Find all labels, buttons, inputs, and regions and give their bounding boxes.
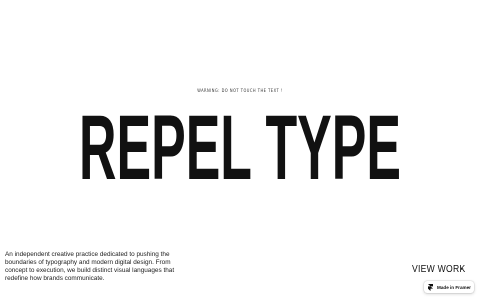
framer-logo-icon [428, 283, 433, 291]
view-work-link[interactable]: VIEW WORK ▸ [412, 264, 474, 275]
arrow-right-icon: ▸ [461, 266, 464, 272]
view-work-label: VIEW WORK [412, 264, 466, 275]
warning-text: WARNING: DO NOT TOUCH THE TEXT ! [197, 88, 283, 93]
made-in-framer-badge[interactable]: Made in Framer [424, 281, 474, 293]
hero-title-container: REPEL TYPE [0, 100, 480, 190]
hero-title-svg: REPEL TYPE [79, 100, 401, 190]
description-text: An independent creative practice dedicat… [5, 251, 175, 283]
hero-title: REPEL TYPE [79, 100, 401, 190]
made-in-framer-label: Made in Framer [437, 284, 471, 290]
